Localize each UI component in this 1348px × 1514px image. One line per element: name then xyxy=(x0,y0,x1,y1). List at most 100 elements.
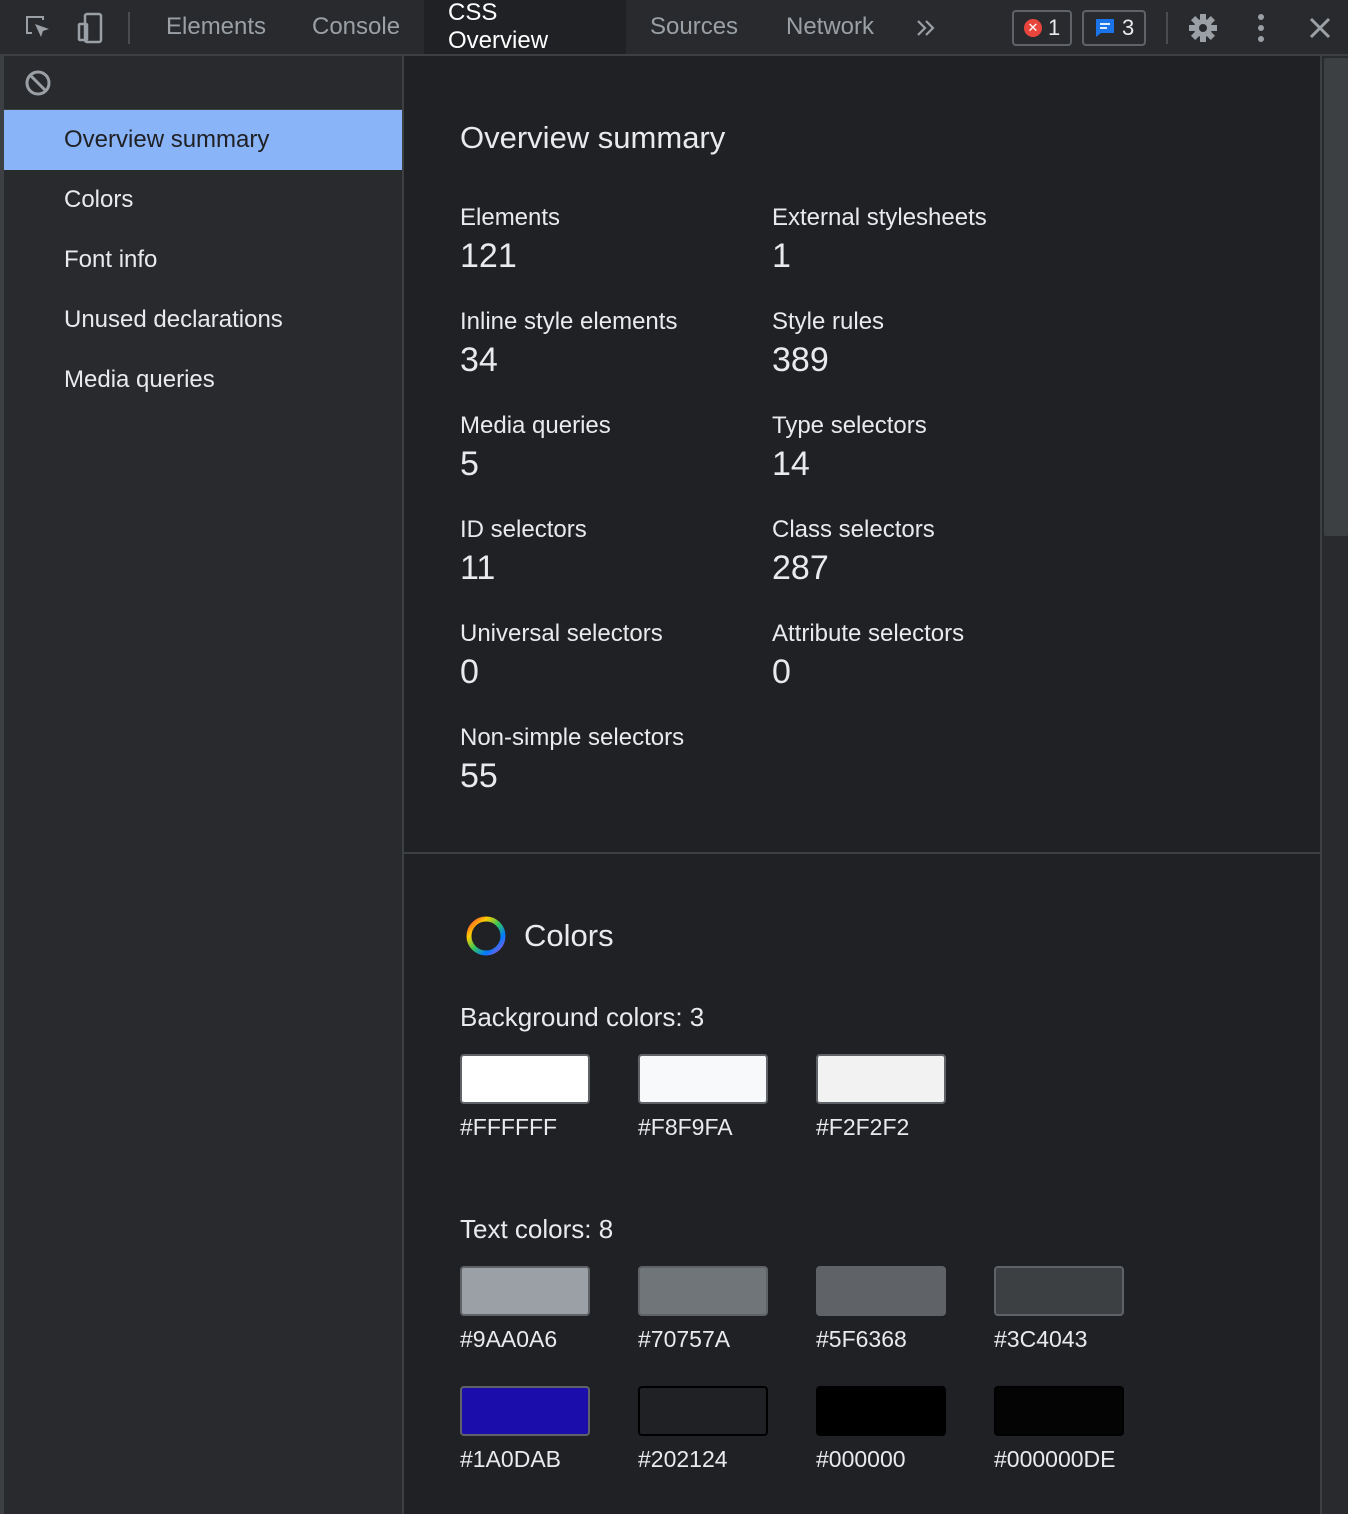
message-count: 3 xyxy=(1122,15,1135,40)
tab-elements[interactable]: Elements xyxy=(142,0,290,54)
css-overview-main: Overview summary Elements 121 External s… xyxy=(404,56,1320,1514)
tab-network[interactable]: Network xyxy=(762,0,898,54)
stat-label: Non-simple selectors xyxy=(460,724,685,751)
color-swatch[interactable]: #F2F2F2 xyxy=(816,1054,946,1141)
color-swatch[interactable]: #000000 xyxy=(816,1386,946,1473)
device-toolbar-icon[interactable] xyxy=(72,10,108,46)
clear-overview-icon[interactable] xyxy=(24,69,52,97)
error-icon: ✕ xyxy=(1024,19,1042,37)
overview-summary-title: Overview summary xyxy=(460,120,726,155)
stat-value: 14 xyxy=(772,445,810,483)
stat-value: 389 xyxy=(772,341,829,379)
color-swatch-box[interactable] xyxy=(638,1386,768,1436)
stat-external-stylesheets: External stylesheets 1 xyxy=(772,202,1072,278)
sidebar-item-overview-summary[interactable]: Overview summary xyxy=(4,110,402,170)
devtools-toolbar: Elements Console CSS Overview Sources Ne… xyxy=(0,0,1348,56)
color-swatch[interactable]: #5F6368 xyxy=(816,1266,946,1353)
stat-media-queries: Media queries 5 xyxy=(460,410,760,486)
background-colors-title: Background colors: 3 xyxy=(460,1002,705,1032)
color-swatch-label: #F2F2F2 xyxy=(816,1114,910,1140)
tab-console[interactable]: Console xyxy=(288,0,424,54)
message-icon xyxy=(1096,19,1114,37)
color-swatch-box[interactable] xyxy=(638,1054,768,1104)
main-scrollbar[interactable] xyxy=(1320,56,1348,1514)
color-swatch[interactable]: #1A0DAB xyxy=(460,1386,590,1473)
toolbar-separator xyxy=(1166,12,1168,44)
color-swatch-box[interactable] xyxy=(994,1266,1124,1316)
color-swatch-label: #9AA0A6 xyxy=(460,1326,558,1352)
stat-label: Media queries xyxy=(460,412,611,439)
section-divider xyxy=(404,852,1320,854)
color-wheel-icon xyxy=(466,916,506,956)
color-swatch[interactable]: #000000DE xyxy=(994,1386,1124,1473)
color-swatch[interactable]: #FFFFFF xyxy=(460,1054,590,1141)
css-overview-sidebar: Overview summary Colors Font info Unused… xyxy=(0,56,404,1514)
scrollbar-thumb[interactable] xyxy=(1324,58,1348,536)
sidebar-item-font-info[interactable]: Font info xyxy=(4,230,402,290)
tab-css-overview[interactable]: CSS Overview xyxy=(424,0,626,54)
stat-value: 0 xyxy=(772,653,791,691)
stat-attribute-selectors: Attribute selectors 0 xyxy=(772,618,1072,694)
sidebar-item-colors[interactable]: Colors xyxy=(4,170,402,230)
toolbar-separator xyxy=(128,12,130,44)
color-swatch-label: #F8F9FA xyxy=(638,1114,733,1140)
stat-value: 121 xyxy=(460,237,517,275)
color-swatch-box[interactable] xyxy=(816,1266,946,1316)
stat-label: Elements xyxy=(460,204,561,231)
sidebar-toolbar xyxy=(4,56,402,110)
color-swatch[interactable]: #F8F9FA xyxy=(638,1054,768,1141)
message-count-badge[interactable]: 3 xyxy=(1082,10,1147,46)
error-count: 1 xyxy=(1048,15,1061,40)
stat-universal-selectors: Universal selectors 0 xyxy=(460,618,760,694)
close-icon[interactable] xyxy=(1302,10,1338,46)
stat-elements: Elements 121 xyxy=(460,202,760,278)
color-swatch-label: #70757A xyxy=(638,1326,731,1352)
inspect-element-icon[interactable] xyxy=(20,10,56,46)
tab-sources[interactable]: Sources xyxy=(626,0,762,54)
stat-label: External stylesheets xyxy=(772,204,987,231)
stat-value: 55 xyxy=(460,757,498,795)
color-swatch[interactable]: #202124 xyxy=(638,1386,768,1473)
color-swatch[interactable]: #9AA0A6 xyxy=(460,1266,590,1353)
color-swatch-box[interactable] xyxy=(638,1266,768,1316)
stat-id-selectors: ID selectors 11 xyxy=(460,514,760,590)
stat-type-selectors: Type selectors 14 xyxy=(772,410,1072,486)
colors-header: Colors xyxy=(464,914,614,958)
stat-label: Type selectors xyxy=(772,412,927,439)
more-options-icon[interactable] xyxy=(1243,10,1279,46)
color-swatch-box[interactable] xyxy=(460,1054,590,1104)
color-swatch-box[interactable] xyxy=(460,1266,590,1316)
sidebar-item-media-queries[interactable]: Media queries xyxy=(4,350,402,410)
color-swatch-label: #202124 xyxy=(638,1446,728,1472)
stat-value: 0 xyxy=(460,653,479,691)
stat-class-selectors: Class selectors 287 xyxy=(772,514,1072,590)
stat-value: 11 xyxy=(460,549,496,587)
stat-value: 5 xyxy=(460,445,479,483)
stat-label: ID selectors xyxy=(460,516,587,543)
gear-icon[interactable] xyxy=(1185,10,1221,46)
color-swatch-box[interactable] xyxy=(816,1386,946,1436)
sidebar-item-unused-declarations[interactable]: Unused declarations xyxy=(4,290,402,350)
stat-inline-style-elements: Inline style elements 34 xyxy=(460,306,760,382)
stat-value: 287 xyxy=(772,549,829,587)
color-swatch-label: #000000 xyxy=(816,1446,906,1472)
stat-label: Universal selectors xyxy=(460,620,663,647)
text-colors-title: Text colors: 8 xyxy=(460,1214,614,1244)
color-swatch-box[interactable] xyxy=(460,1386,590,1436)
stat-value: 34 xyxy=(460,341,498,379)
stat-label: Attribute selectors xyxy=(772,620,965,647)
stat-label: Style rules xyxy=(772,308,885,335)
stat-label: Class selectors xyxy=(772,516,935,543)
color-swatch[interactable]: #3C4043 xyxy=(994,1266,1124,1353)
stat-label: Inline style elements xyxy=(460,308,678,335)
color-swatch[interactable]: #70757A xyxy=(638,1266,768,1353)
colors-title: Colors xyxy=(524,918,614,953)
error-count-badge[interactable]: ✕ 1 xyxy=(1012,10,1073,46)
stat-non-simple-selectors: Non-simple selectors 55 xyxy=(460,722,760,798)
color-swatch-box[interactable] xyxy=(816,1054,946,1104)
stat-value: 1 xyxy=(772,237,791,275)
color-swatch-label: #FFFFFF xyxy=(460,1114,558,1140)
double-chevron-right-icon[interactable] xyxy=(908,10,944,46)
color-swatch-label: #1A0DAB xyxy=(460,1446,562,1472)
color-swatch-box[interactable] xyxy=(994,1386,1124,1436)
